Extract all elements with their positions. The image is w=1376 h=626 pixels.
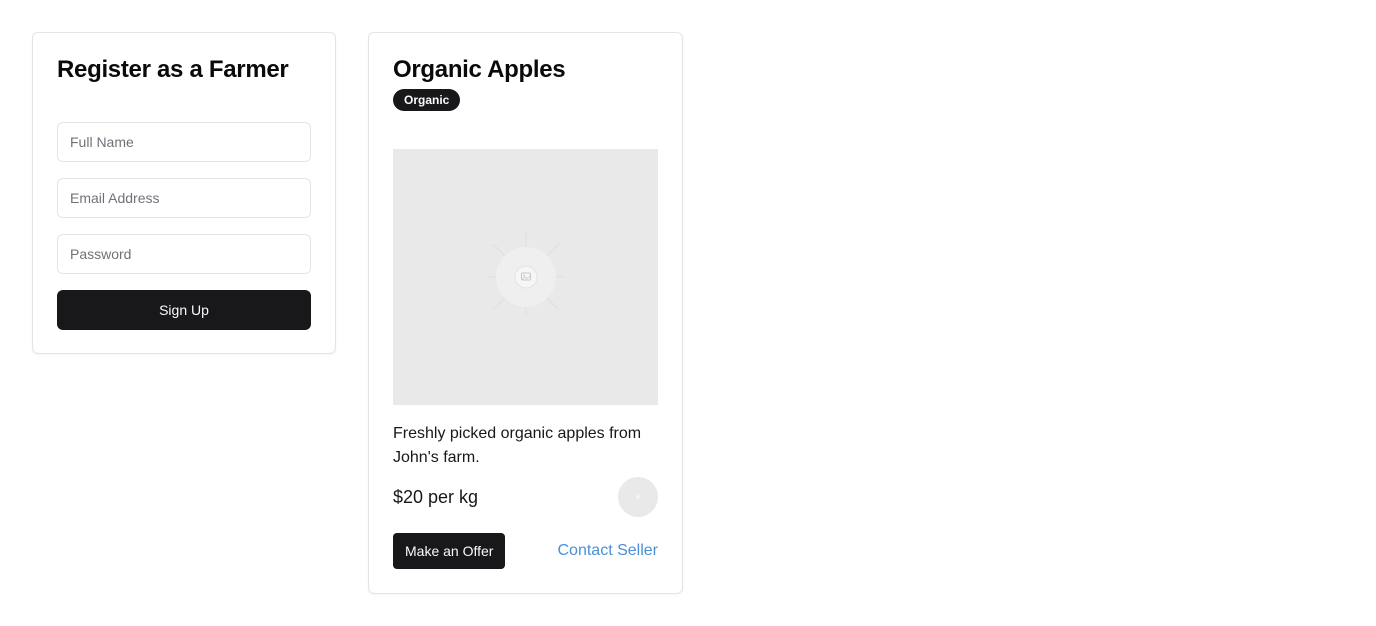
seller-avatar	[618, 477, 658, 517]
full-name-input[interactable]	[57, 122, 311, 162]
sign-up-button[interactable]: Sign Up	[57, 290, 311, 330]
register-form: Sign Up	[57, 122, 311, 330]
email-input[interactable]	[57, 178, 311, 218]
product-description: Freshly picked organic apples from John'…	[393, 425, 642, 466]
product-price: $20 per kg	[393, 487, 479, 507]
make-offer-button[interactable]: Make an Offer	[393, 533, 506, 569]
product-image	[393, 149, 658, 405]
register-title: Register as a Farmer	[57, 56, 289, 83]
password-input[interactable]	[57, 234, 311, 274]
organic-badge: Organic	[393, 89, 461, 111]
register-card: Register as a Farmer Sign Up	[32, 32, 336, 354]
image-placeholder-icon	[488, 231, 564, 315]
contact-seller-link[interactable]: Contact Seller	[558, 539, 659, 563]
product-card: Organic Apples Organic Freshly picked or…	[368, 32, 683, 594]
avatar-placeholder-icon	[636, 495, 640, 499]
product-title: Organic Apples	[393, 56, 566, 83]
